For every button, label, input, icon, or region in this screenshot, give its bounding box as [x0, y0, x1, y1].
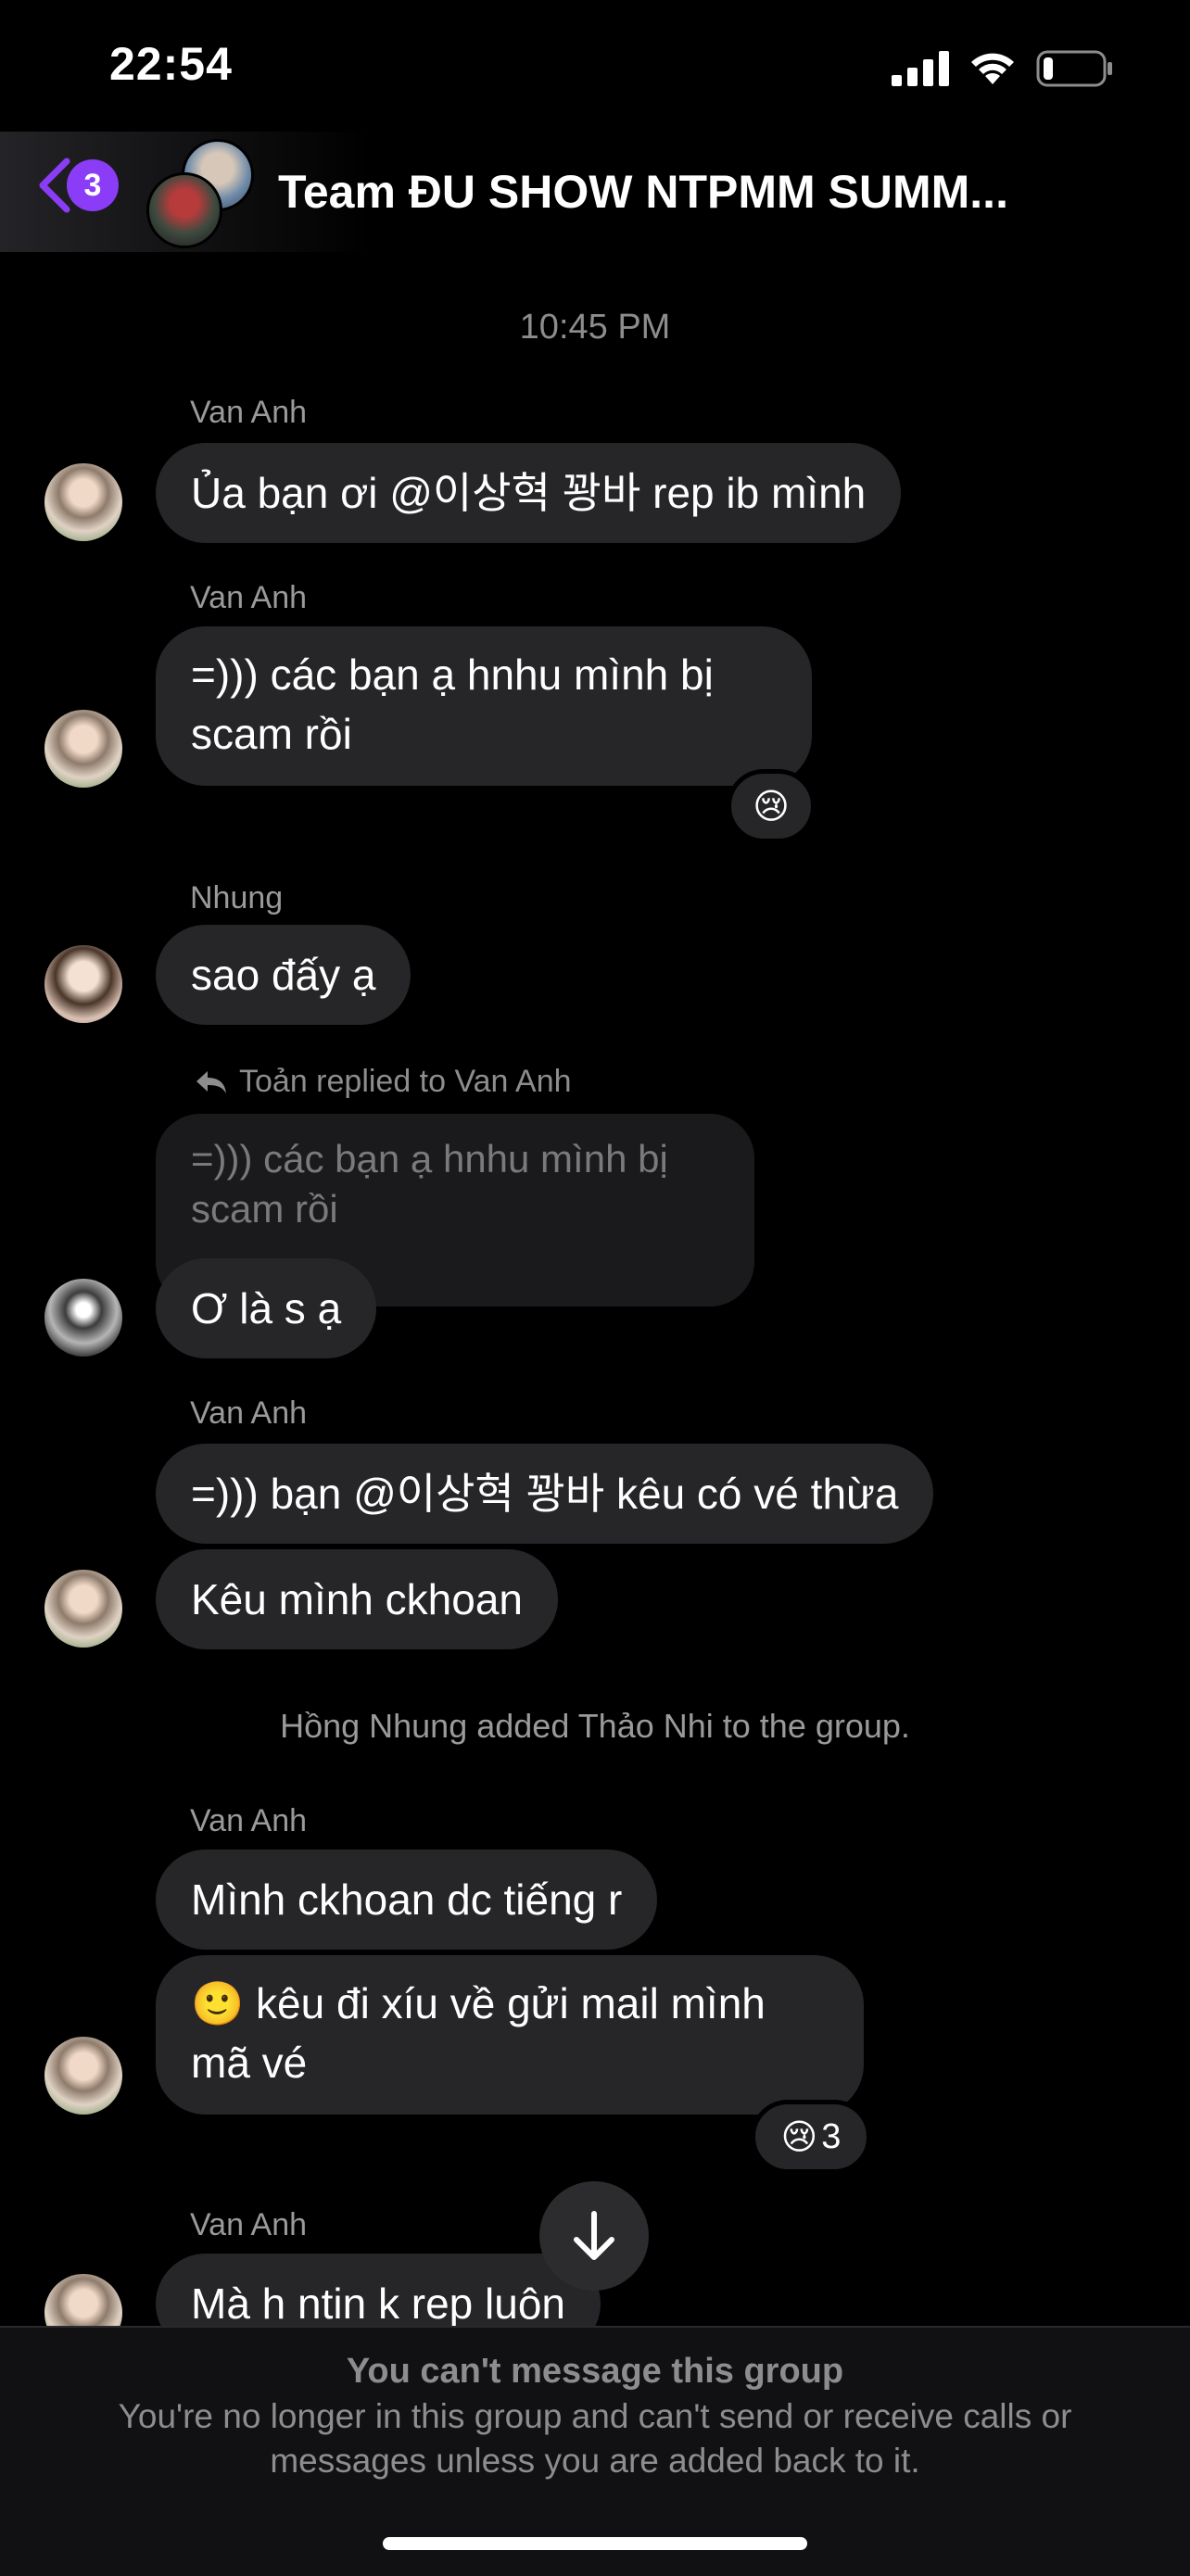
crying-face-icon: 😢 [753, 787, 790, 827]
message-text: Ủa bạn ơi @이상혁 꽝바 rep ib mình [191, 469, 867, 517]
sender-name: Van Anh [190, 2207, 308, 2242]
footer-body: You're no longer in this group and can't… [118, 2397, 1072, 2480]
message-text-line: 🙂 kêu đi xíu về gửi mail mình [191, 1979, 766, 2027]
wifi-icon [971, 53, 1014, 84]
avatar[interactable] [44, 1570, 122, 1648]
message-text: sao đấy ạ [191, 951, 376, 999]
reply-label-text: Toản replied to Van Anh [239, 1064, 572, 1099]
message-text: Mà h ntin k rep luôn [191, 2279, 566, 2328]
message-bubble[interactable]: Kêu mình ckhoan [156, 1549, 559, 1649]
unread-count-badge: 3 [67, 159, 119, 211]
sender-name: Van Anh [190, 580, 308, 615]
arrow-down-icon [574, 2211, 614, 2260]
scroll-to-bottom-button[interactable] [539, 2181, 649, 2291]
message-text-line: =))) các bạn ạ hnhu mình bị [191, 650, 714, 699]
back-button[interactable]: 3 [33, 156, 119, 215]
home-indicator[interactable] [383, 2537, 807, 2550]
status-time: 22:54 [109, 38, 233, 90]
message-text: Ơ là s ạ [191, 1284, 342, 1332]
message-bubble[interactable]: Ơ là s ạ [156, 1258, 377, 1358]
signal-icon [892, 51, 949, 86]
avatar[interactable] [44, 710, 122, 788]
message-bubble[interactable]: =))) các bạn ạ hnhu mình bị scam rồi [156, 626, 812, 786]
avatar[interactable] [44, 1279, 122, 1357]
reply-icon [196, 1070, 226, 1093]
sender-name: Nhung [190, 880, 284, 915]
message-text-line: scam rồi [191, 710, 352, 758]
group-title[interactable]: Team ĐU SHOW NTPMM SUMM... [278, 165, 1008, 219]
message-bubble[interactable]: Mình ckhoan dc tiếng r [156, 1850, 658, 1950]
reaction-count: 3 [821, 2116, 842, 2156]
message-bubble[interactable]: Ủa bạn ơi @이상혁 꽝바 rep ib mình [156, 443, 902, 543]
system-message: Hồng Nhung added Thảo Nhi to the group. [280, 1707, 910, 1745]
timestamp: 10:45 PM [519, 308, 671, 347]
message-text: =))) bạn @이상혁 꽝바 kêu có vé thừa [191, 1470, 899, 1518]
status-icons [892, 48, 1114, 89]
sender-name: Van Anh [190, 1395, 308, 1431]
message-bubble[interactable]: sao đấy ạ [156, 925, 411, 1025]
message-text-line: mã vé [191, 2039, 308, 2087]
reaction-badge[interactable]: 😢 [727, 769, 816, 843]
footer-title: You can't message this group [346, 2352, 844, 2391]
sender-name: Van Anh [190, 1803, 308, 1838]
message-text: Mình ckhoan dc tiếng r [191, 1875, 623, 1924]
avatar[interactable] [44, 2037, 122, 2115]
battery-icon [1036, 50, 1112, 87]
avatar[interactable] [44, 463, 122, 541]
quoted-text-line: =))) các bạn ạ hnhu mình bị [191, 1137, 668, 1181]
message-bubble[interactable]: 🙂 kêu đi xíu về gửi mail mình mã vé [156, 1955, 864, 2115]
avatar[interactable] [44, 945, 122, 1023]
sender-name: Van Anh [190, 395, 308, 430]
group-avatar[interactable] [146, 172, 222, 248]
crying-face-icon: 😢 [780, 2117, 818, 2157]
reaction-badge[interactable]: 😢 3 [751, 2100, 871, 2174]
message-bubble[interactable]: =))) bạn @이상혁 꽝바 kêu có vé thừa [156, 1444, 934, 1544]
quoted-text-line: scam rồi [191, 1187, 338, 1231]
reply-label: Toản replied to Van Anh [195, 1064, 572, 1100]
message-text: Kêu mình ckhoan [191, 1575, 524, 1623]
